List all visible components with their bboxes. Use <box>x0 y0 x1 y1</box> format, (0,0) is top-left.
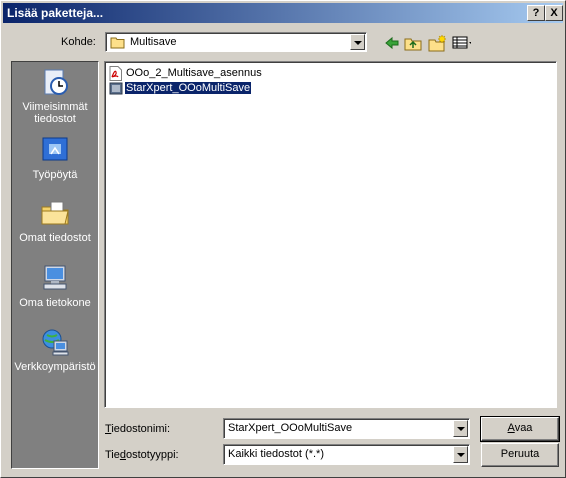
open-button[interactable]: Avaa <box>480 416 560 442</box>
filename-label: Tiedostonimi: <box>105 423 171 435</box>
look-in-dropdown-arrow[interactable] <box>350 34 365 50</box>
my-computer-icon <box>43 265 67 290</box>
help-button[interactable]: ? <box>527 5 545 21</box>
place-recent[interactable]: Viimeisimmät tiedostot <box>12 66 98 125</box>
place-my-computer[interactable]: Oma tietokone <box>12 262 98 309</box>
place-label: Verkkoympäristö <box>14 361 96 373</box>
filetype-dropdown-arrow[interactable] <box>453 446 468 463</box>
close-button[interactable]: X <box>545 5 563 21</box>
place-desktop[interactable]: Työpöytä <box>12 134 98 181</box>
filetype-value: Kaikki tiedostot (*.*) <box>228 448 324 460</box>
filetype-label: Tiedostotyyppi: <box>105 449 179 461</box>
up-folder-icon[interactable] <box>403 33 423 53</box>
look-in-combo[interactable]: Multisave <box>105 32 367 52</box>
filename-dropdown-arrow[interactable] <box>453 420 468 437</box>
network-icon <box>42 329 69 356</box>
place-label: Omat tiedostot <box>19 232 91 244</box>
filename-field[interactable]: StarXpert_OOoMultiSave <box>223 418 470 439</box>
window-title: Lisää paketteja... <box>7 6 104 20</box>
file-dialog: Lisää paketteja... ? X Kohde: Multisave <box>0 0 566 478</box>
recent-icon <box>44 69 68 95</box>
place-label: Työpöytä <box>32 169 78 181</box>
file-name: OOo_2_Multisave_asennus <box>126 67 262 79</box>
place-label: Viimeisimmät tiedostot <box>22 101 88 125</box>
folder-icon <box>110 37 125 49</box>
new-folder-icon[interactable] <box>427 33 447 53</box>
filetype-select[interactable]: Kaikki tiedostot (*.*) <box>223 444 470 465</box>
desktop-icon <box>42 137 68 161</box>
pdf-icon <box>109 66 122 81</box>
filename-value: StarXpert_OOoMultiSave <box>228 422 353 434</box>
title-bar[interactable]: Lisää paketteja... ? X <box>3 3 563 23</box>
file-name: StarXpert_OOoMultiSave <box>123 81 253 95</box>
places-bar: Viimeisimmät tiedostot Työpöytä Omat tie… <box>11 61 99 469</box>
view-menu-icon[interactable] <box>451 33 471 53</box>
package-icon <box>109 82 123 95</box>
cancel-button[interactable]: Peruuta <box>481 443 559 467</box>
file-list[interactable]: OOo_2_Multisave_asennus StarXpert_OOoMul… <box>104 61 557 408</box>
look-in-label: Kohde: <box>61 36 96 48</box>
place-label: Oma tietokone <box>19 297 91 309</box>
back-icon[interactable] <box>382 33 402 53</box>
my-documents-icon <box>41 201 69 225</box>
look-in-value: Multisave <box>130 36 177 48</box>
place-network[interactable]: Verkkoympäristö <box>12 326 98 373</box>
place-my-documents[interactable]: Omat tiedostot <box>12 197 98 244</box>
